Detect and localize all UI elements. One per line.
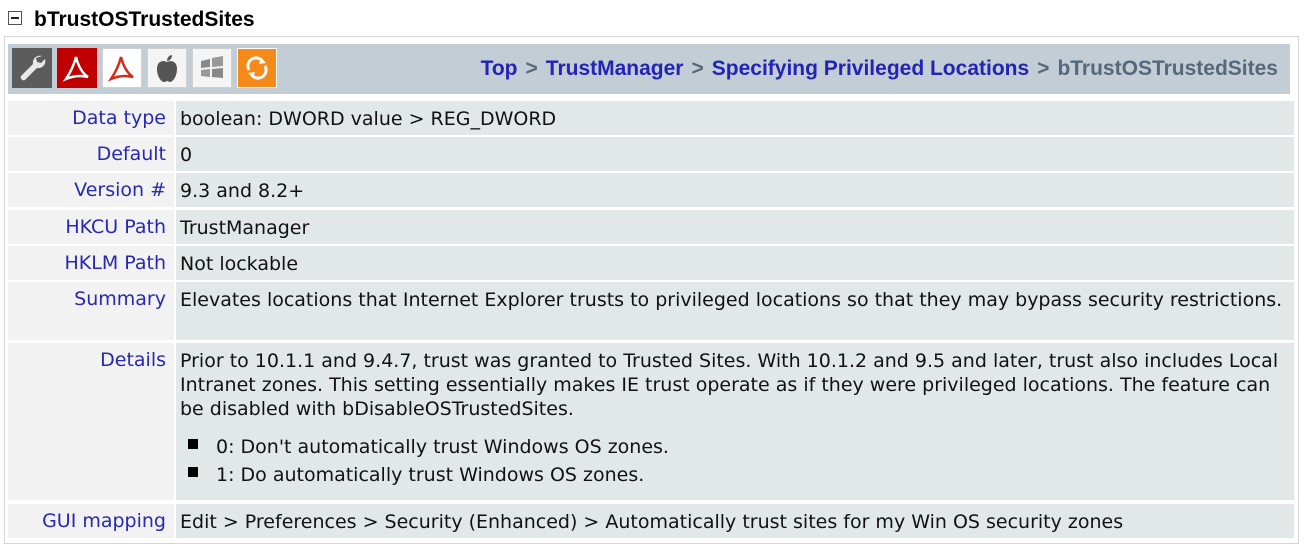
property-row-default: Default 0 [8,137,1294,171]
property-row-gui-mapping: GUI mapping Edit > Preferences > Securit… [8,504,1294,538]
property-row-version: Version # 9.3 and 8.2+ [8,173,1294,207]
page-title: bTrustOSTrustedSites [34,8,255,31]
property-value: Prior to 10.1.1 and 9.4.7, trust was gra… [176,343,1294,500]
property-row-hkcu-path: HKCU Path TrustManager [8,210,1294,244]
title-row: bTrustOSTrustedSites [8,5,255,35]
collapse-icon[interactable] [8,11,22,25]
property-value: boolean: DWORD value > REG_DWORD [176,101,1294,135]
property-value: Elevates locations that Internet Explore… [176,282,1294,340]
breadcrumb: Top > TrustManager > Specifying Privileg… [481,44,1278,94]
list-item: 0: Don't automatically trust Windows OS … [180,433,1286,461]
property-label: GUI mapping [8,504,174,538]
details-text: Prior to 10.1.1 and 9.4.7, trust was gra… [180,350,1279,420]
wrench-icon[interactable] [12,48,52,88]
header-bar: Top > TrustManager > Specifying Privileg… [8,44,1290,94]
breadcrumb-separator: > [691,57,704,80]
property-row-hklm-path: HKLM Path Not lockable [8,246,1294,280]
breadcrumb-privileged-locations[interactable]: Specifying Privileged Locations [712,57,1029,81]
breadcrumb-top[interactable]: Top [481,57,518,81]
apple-icon[interactable] [147,48,187,88]
breadcrumb-separator: > [525,57,538,80]
property-label: Default [8,137,174,171]
property-row-summary: Summary Elevates locations that Internet… [8,282,1294,340]
sync-icon[interactable] [237,48,277,88]
property-row-data-type: Data type boolean: DWORD value > REG_DWO… [8,101,1294,135]
reader-icon[interactable] [102,48,142,88]
property-label: Details [8,343,174,500]
windows-icon[interactable] [192,48,232,88]
property-row-details: Details Prior to 10.1.1 and 9.4.7, trust… [8,343,1294,500]
breadcrumb-current: bTrustOSTrustedSites [1057,57,1278,80]
property-value: 0 [176,137,1294,171]
property-value: Not lockable [176,246,1294,280]
property-label: HKCU Path [8,210,174,244]
property-value: Edit > Preferences > Security (Enhanced)… [176,504,1294,538]
property-label: Summary [8,282,174,340]
property-label: HKLM Path [8,246,174,280]
breadcrumb-separator: > [1037,57,1050,80]
details-options-list: 0: Don't automatically trust Windows OS … [180,433,1286,489]
property-value: 9.3 and 8.2+ [176,173,1294,207]
breadcrumb-trustmanager[interactable]: TrustManager [546,57,684,81]
list-item: 1: Do automatically trust Windows OS zon… [180,461,1286,489]
property-value: TrustManager [176,210,1294,244]
acrobat-icon[interactable] [57,48,97,88]
property-label: Data type [8,101,174,135]
property-label: Version # [8,173,174,207]
